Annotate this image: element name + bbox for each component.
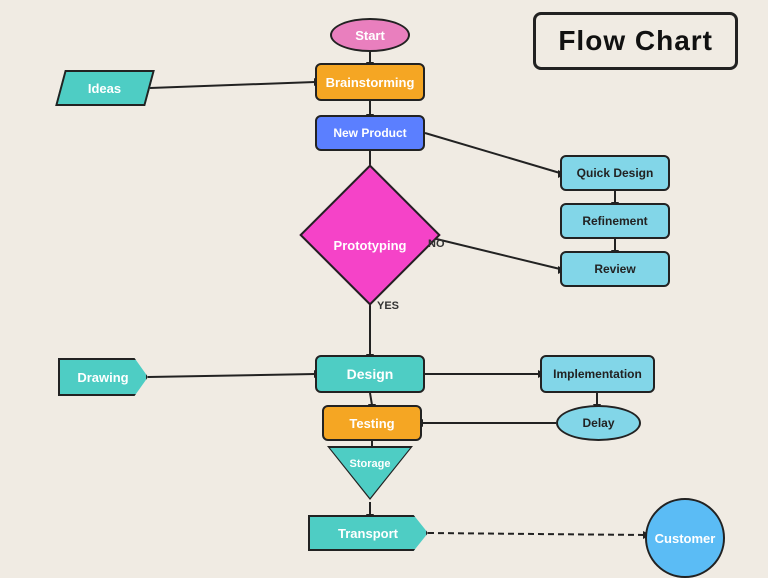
title-text: Flow Chart — [558, 25, 713, 56]
implementation-node: Implementation — [540, 355, 655, 393]
prototyping-wrapper: Prototyping — [295, 175, 445, 295]
storage-wrapper: Storage — [330, 448, 410, 503]
yes-label: YES — [377, 300, 399, 312]
no-label: NO — [428, 238, 445, 250]
customer-node: Customer — [645, 498, 725, 578]
storage-label: Storage — [300, 458, 440, 470]
prototyping-diamond — [299, 164, 440, 305]
design-node: Design — [315, 355, 425, 393]
delay-node: Delay — [556, 405, 641, 441]
refinement-node: Refinement — [560, 203, 670, 239]
ideas-node: Ideas — [55, 70, 155, 106]
transport-node: Transport — [308, 515, 428, 551]
start-node: Start — [330, 18, 410, 52]
testing-node: Testing — [322, 405, 422, 441]
flowchart-container: Flow Chart — [0, 0, 768, 576]
new-product-node: New Product — [315, 115, 425, 151]
review-node: Review — [560, 251, 670, 287]
title-box: Flow Chart — [533, 12, 738, 70]
storage-triangle — [330, 448, 410, 498]
quick-design-node: Quick Design — [560, 155, 670, 191]
brainstorming-node: Brainstorming — [315, 63, 425, 101]
drawing-node: Drawing — [58, 358, 148, 396]
